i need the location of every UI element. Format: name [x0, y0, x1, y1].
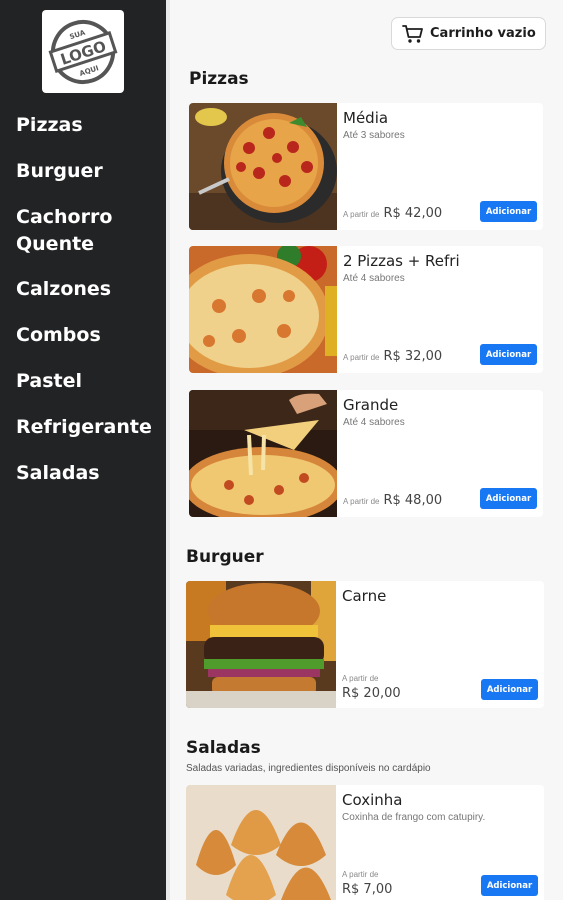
- product-price: R$ 48,00: [383, 493, 443, 508]
- product-image-burger: [186, 581, 336, 708]
- price-prefix: A partir de: [342, 870, 379, 879]
- product-description: Coxinha de frango com catupiry.: [342, 812, 486, 823]
- sidebar-item-pastel[interactable]: Pastel: [16, 368, 160, 395]
- product-price: R$ 20,00: [342, 686, 401, 701]
- sidebar-item-burguer[interactable]: Burguer: [16, 158, 160, 185]
- product-name: Média: [343, 109, 389, 127]
- product-name: Coxinha: [342, 791, 403, 809]
- product-description: Até 3 sabores: [343, 130, 405, 141]
- product-card[interactable]: Grande Até 4 sabores A partir de R$ 48,0…: [189, 390, 543, 517]
- cart-label: Carrinho vazio: [430, 26, 536, 41]
- category-nav: Pizzas Burguer Cachorro Quente Calzones …: [16, 112, 160, 506]
- section-title-burguer: Burguer: [186, 547, 264, 567]
- section-subtitle-saladas: Saladas variadas, ingredientes disponíve…: [186, 763, 431, 774]
- sidebar-item-calzones[interactable]: Calzones: [16, 276, 160, 303]
- product-image-pizza-pepperoni: [189, 103, 337, 230]
- logo-bottom-text: AQUI: [79, 64, 100, 78]
- add-button[interactable]: Adicionar: [480, 344, 537, 365]
- add-button[interactable]: Adicionar: [481, 875, 538, 896]
- sidebar-item-saladas[interactable]: Saladas: [16, 460, 160, 487]
- add-button[interactable]: Adicionar: [480, 488, 537, 509]
- product-price: R$ 42,00: [383, 206, 443, 221]
- section-title-pizzas: Pizzas: [189, 69, 249, 89]
- product-card[interactable]: Carne A partir de R$ 20,00 Adicionar: [186, 581, 544, 708]
- product-image-coxinha: [186, 785, 336, 900]
- menu-content: Carrinho vazio Pizzas Média Até 3 sabore…: [170, 0, 563, 900]
- sidebar-item-combos[interactable]: Combos: [16, 322, 160, 349]
- add-button[interactable]: Adicionar: [481, 679, 538, 700]
- logo-badge-icon: LOGO SUA AQUI: [48, 19, 118, 84]
- product-price: R$ 32,00: [383, 349, 443, 364]
- product-description: Até 4 sabores: [343, 273, 405, 284]
- cart-button[interactable]: Carrinho vazio: [391, 17, 546, 50]
- product-image-pizza-cheese: [189, 246, 337, 373]
- product-name: 2 Pizzas + Refri: [343, 252, 460, 270]
- add-button[interactable]: Adicionar: [480, 201, 537, 222]
- logo[interactable]: LOGO SUA AQUI: [42, 10, 124, 93]
- section-title-saladas: Saladas: [186, 738, 261, 758]
- price-prefix: A partir de: [342, 674, 379, 683]
- sidebar-item-pizzas[interactable]: Pizzas: [16, 112, 160, 139]
- price-prefix: A partir de: [343, 497, 380, 506]
- product-price: R$ 7,00: [342, 882, 393, 897]
- product-name: Grande: [343, 396, 399, 414]
- product-description: Até 4 sabores: [343, 417, 405, 428]
- sidebar-item-refrigerante[interactable]: Refrigerante: [16, 414, 160, 441]
- product-image-pizza-slice: [189, 390, 337, 517]
- price-prefix: A partir de: [343, 353, 380, 362]
- product-card[interactable]: Média Até 3 sabores A partir de R$ 42,00…: [189, 103, 543, 230]
- sidebar-item-cachorro-quente[interactable]: Cachorro Quente: [16, 204, 160, 258]
- product-name: Carne: [342, 587, 387, 605]
- product-card[interactable]: 2 Pizzas + Refri Até 4 sabores A partir …: [189, 246, 543, 373]
- sidebar: LOGO SUA AQUI Pizzas Burguer Cachorro Qu…: [0, 0, 166, 900]
- logo-top-text: SUA: [69, 28, 87, 41]
- product-card[interactable]: Coxinha Coxinha de frango com catupiry. …: [186, 785, 544, 900]
- cart-icon: [402, 24, 423, 43]
- price-prefix: A partir de: [343, 210, 380, 219]
